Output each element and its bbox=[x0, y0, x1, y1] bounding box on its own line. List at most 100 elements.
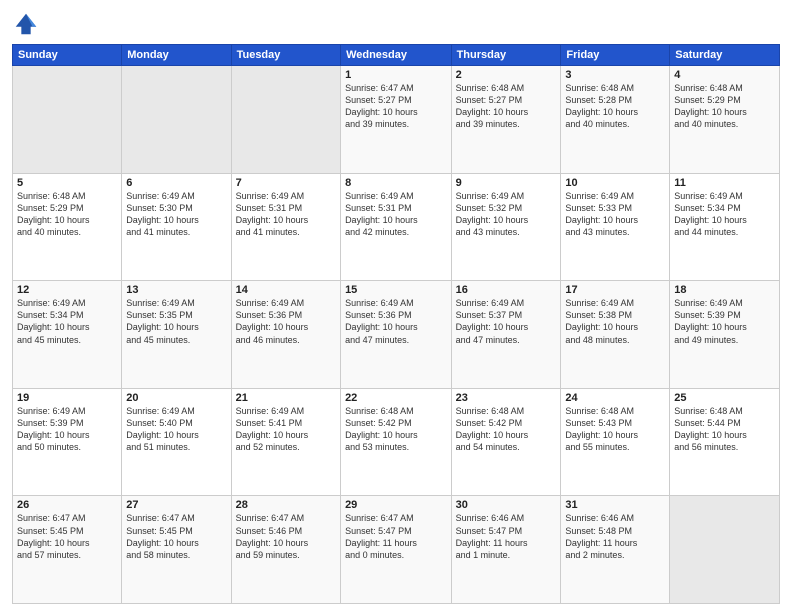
calendar-cell: 2Sunrise: 6:48 AM Sunset: 5:27 PM Daylig… bbox=[451, 66, 561, 174]
calendar-cell: 7Sunrise: 6:49 AM Sunset: 5:31 PM Daylig… bbox=[231, 173, 340, 281]
col-header-thursday: Thursday bbox=[451, 45, 561, 66]
day-number: 26 bbox=[17, 499, 117, 511]
day-info: Sunrise: 6:47 AM Sunset: 5:45 PM Dayligh… bbox=[17, 512, 117, 561]
calendar-cell: 23Sunrise: 6:48 AM Sunset: 5:42 PM Dayli… bbox=[451, 388, 561, 496]
calendar-cell: 1Sunrise: 6:47 AM Sunset: 5:27 PM Daylig… bbox=[341, 66, 452, 174]
day-number: 2 bbox=[456, 69, 557, 81]
day-info: Sunrise: 6:48 AM Sunset: 5:43 PM Dayligh… bbox=[565, 405, 665, 454]
calendar-cell: 3Sunrise: 6:48 AM Sunset: 5:28 PM Daylig… bbox=[561, 66, 670, 174]
day-info: Sunrise: 6:49 AM Sunset: 5:37 PM Dayligh… bbox=[456, 297, 557, 346]
calendar-cell: 26Sunrise: 6:47 AM Sunset: 5:45 PM Dayli… bbox=[13, 496, 122, 604]
day-info: Sunrise: 6:49 AM Sunset: 5:36 PM Dayligh… bbox=[236, 297, 336, 346]
col-header-monday: Monday bbox=[122, 45, 231, 66]
calendar-cell: 29Sunrise: 6:47 AM Sunset: 5:47 PM Dayli… bbox=[341, 496, 452, 604]
calendar-cell bbox=[231, 66, 340, 174]
day-info: Sunrise: 6:49 AM Sunset: 5:30 PM Dayligh… bbox=[126, 190, 226, 239]
day-number: 21 bbox=[236, 392, 336, 404]
day-info: Sunrise: 6:48 AM Sunset: 5:42 PM Dayligh… bbox=[345, 405, 447, 454]
day-number: 19 bbox=[17, 392, 117, 404]
calendar-cell: 17Sunrise: 6:49 AM Sunset: 5:38 PM Dayli… bbox=[561, 281, 670, 389]
day-number: 23 bbox=[456, 392, 557, 404]
calendar-cell: 27Sunrise: 6:47 AM Sunset: 5:45 PM Dayli… bbox=[122, 496, 231, 604]
calendar-header-row: SundayMondayTuesdayWednesdayThursdayFrid… bbox=[13, 45, 780, 66]
day-number: 11 bbox=[674, 177, 775, 189]
day-info: Sunrise: 6:49 AM Sunset: 5:31 PM Dayligh… bbox=[236, 190, 336, 239]
calendar-cell: 4Sunrise: 6:48 AM Sunset: 5:29 PM Daylig… bbox=[670, 66, 780, 174]
day-number: 6 bbox=[126, 177, 226, 189]
col-header-sunday: Sunday bbox=[13, 45, 122, 66]
day-info: Sunrise: 6:48 AM Sunset: 5:29 PM Dayligh… bbox=[674, 82, 775, 131]
calendar-cell: 6Sunrise: 6:49 AM Sunset: 5:30 PM Daylig… bbox=[122, 173, 231, 281]
day-number: 14 bbox=[236, 284, 336, 296]
day-info: Sunrise: 6:48 AM Sunset: 5:28 PM Dayligh… bbox=[565, 82, 665, 131]
day-info: Sunrise: 6:49 AM Sunset: 5:34 PM Dayligh… bbox=[17, 297, 117, 346]
day-number: 24 bbox=[565, 392, 665, 404]
logo bbox=[12, 10, 44, 38]
day-number: 7 bbox=[236, 177, 336, 189]
day-number: 13 bbox=[126, 284, 226, 296]
col-header-saturday: Saturday bbox=[670, 45, 780, 66]
day-info: Sunrise: 6:47 AM Sunset: 5:27 PM Dayligh… bbox=[345, 82, 447, 131]
day-number: 17 bbox=[565, 284, 665, 296]
page: SundayMondayTuesdayWednesdayThursdayFrid… bbox=[0, 0, 792, 612]
day-number: 4 bbox=[674, 69, 775, 81]
calendar-cell: 22Sunrise: 6:48 AM Sunset: 5:42 PM Dayli… bbox=[341, 388, 452, 496]
day-info: Sunrise: 6:48 AM Sunset: 5:44 PM Dayligh… bbox=[674, 405, 775, 454]
calendar-cell: 12Sunrise: 6:49 AM Sunset: 5:34 PM Dayli… bbox=[13, 281, 122, 389]
calendar-cell: 30Sunrise: 6:46 AM Sunset: 5:47 PM Dayli… bbox=[451, 496, 561, 604]
day-number: 15 bbox=[345, 284, 447, 296]
calendar-cell: 10Sunrise: 6:49 AM Sunset: 5:33 PM Dayli… bbox=[561, 173, 670, 281]
day-info: Sunrise: 6:49 AM Sunset: 5:32 PM Dayligh… bbox=[456, 190, 557, 239]
calendar-cell: 25Sunrise: 6:48 AM Sunset: 5:44 PM Dayli… bbox=[670, 388, 780, 496]
day-number: 20 bbox=[126, 392, 226, 404]
calendar-cell: 31Sunrise: 6:46 AM Sunset: 5:48 PM Dayli… bbox=[561, 496, 670, 604]
col-header-tuesday: Tuesday bbox=[231, 45, 340, 66]
calendar-week-row: 5Sunrise: 6:48 AM Sunset: 5:29 PM Daylig… bbox=[13, 173, 780, 281]
day-info: Sunrise: 6:46 AM Sunset: 5:47 PM Dayligh… bbox=[456, 512, 557, 561]
calendar-cell: 28Sunrise: 6:47 AM Sunset: 5:46 PM Dayli… bbox=[231, 496, 340, 604]
calendar-week-row: 26Sunrise: 6:47 AM Sunset: 5:45 PM Dayli… bbox=[13, 496, 780, 604]
day-number: 28 bbox=[236, 499, 336, 511]
calendar-cell: 20Sunrise: 6:49 AM Sunset: 5:40 PM Dayli… bbox=[122, 388, 231, 496]
day-info: Sunrise: 6:49 AM Sunset: 5:35 PM Dayligh… bbox=[126, 297, 226, 346]
calendar-cell: 9Sunrise: 6:49 AM Sunset: 5:32 PM Daylig… bbox=[451, 173, 561, 281]
calendar-cell: 21Sunrise: 6:49 AM Sunset: 5:41 PM Dayli… bbox=[231, 388, 340, 496]
logo-icon bbox=[12, 10, 40, 38]
calendar-week-row: 12Sunrise: 6:49 AM Sunset: 5:34 PM Dayli… bbox=[13, 281, 780, 389]
day-info: Sunrise: 6:48 AM Sunset: 5:29 PM Dayligh… bbox=[17, 190, 117, 239]
day-number: 9 bbox=[456, 177, 557, 189]
day-info: Sunrise: 6:48 AM Sunset: 5:27 PM Dayligh… bbox=[456, 82, 557, 131]
day-info: Sunrise: 6:49 AM Sunset: 5:38 PM Dayligh… bbox=[565, 297, 665, 346]
calendar-cell bbox=[122, 66, 231, 174]
calendar-week-row: 19Sunrise: 6:49 AM Sunset: 5:39 PM Dayli… bbox=[13, 388, 780, 496]
day-number: 22 bbox=[345, 392, 447, 404]
day-number: 16 bbox=[456, 284, 557, 296]
day-info: Sunrise: 6:47 AM Sunset: 5:46 PM Dayligh… bbox=[236, 512, 336, 561]
day-info: Sunrise: 6:49 AM Sunset: 5:40 PM Dayligh… bbox=[126, 405, 226, 454]
calendar-week-row: 1Sunrise: 6:47 AM Sunset: 5:27 PM Daylig… bbox=[13, 66, 780, 174]
day-number: 31 bbox=[565, 499, 665, 511]
calendar-cell: 14Sunrise: 6:49 AM Sunset: 5:36 PM Dayli… bbox=[231, 281, 340, 389]
calendar-cell: 19Sunrise: 6:49 AM Sunset: 5:39 PM Dayli… bbox=[13, 388, 122, 496]
day-number: 25 bbox=[674, 392, 775, 404]
day-number: 1 bbox=[345, 69, 447, 81]
day-number: 8 bbox=[345, 177, 447, 189]
day-info: Sunrise: 6:48 AM Sunset: 5:42 PM Dayligh… bbox=[456, 405, 557, 454]
day-number: 18 bbox=[674, 284, 775, 296]
calendar-cell: 13Sunrise: 6:49 AM Sunset: 5:35 PM Dayli… bbox=[122, 281, 231, 389]
day-number: 3 bbox=[565, 69, 665, 81]
day-info: Sunrise: 6:49 AM Sunset: 5:39 PM Dayligh… bbox=[17, 405, 117, 454]
calendar-cell: 16Sunrise: 6:49 AM Sunset: 5:37 PM Dayli… bbox=[451, 281, 561, 389]
header bbox=[12, 10, 780, 38]
calendar-cell bbox=[670, 496, 780, 604]
day-info: Sunrise: 6:49 AM Sunset: 5:34 PM Dayligh… bbox=[674, 190, 775, 239]
day-info: Sunrise: 6:49 AM Sunset: 5:33 PM Dayligh… bbox=[565, 190, 665, 239]
calendar-cell: 5Sunrise: 6:48 AM Sunset: 5:29 PM Daylig… bbox=[13, 173, 122, 281]
calendar-cell: 15Sunrise: 6:49 AM Sunset: 5:36 PM Dayli… bbox=[341, 281, 452, 389]
day-info: Sunrise: 6:49 AM Sunset: 5:31 PM Dayligh… bbox=[345, 190, 447, 239]
day-number: 30 bbox=[456, 499, 557, 511]
day-info: Sunrise: 6:47 AM Sunset: 5:47 PM Dayligh… bbox=[345, 512, 447, 561]
day-info: Sunrise: 6:49 AM Sunset: 5:41 PM Dayligh… bbox=[236, 405, 336, 454]
calendar-cell: 11Sunrise: 6:49 AM Sunset: 5:34 PM Dayli… bbox=[670, 173, 780, 281]
calendar-cell: 18Sunrise: 6:49 AM Sunset: 5:39 PM Dayli… bbox=[670, 281, 780, 389]
